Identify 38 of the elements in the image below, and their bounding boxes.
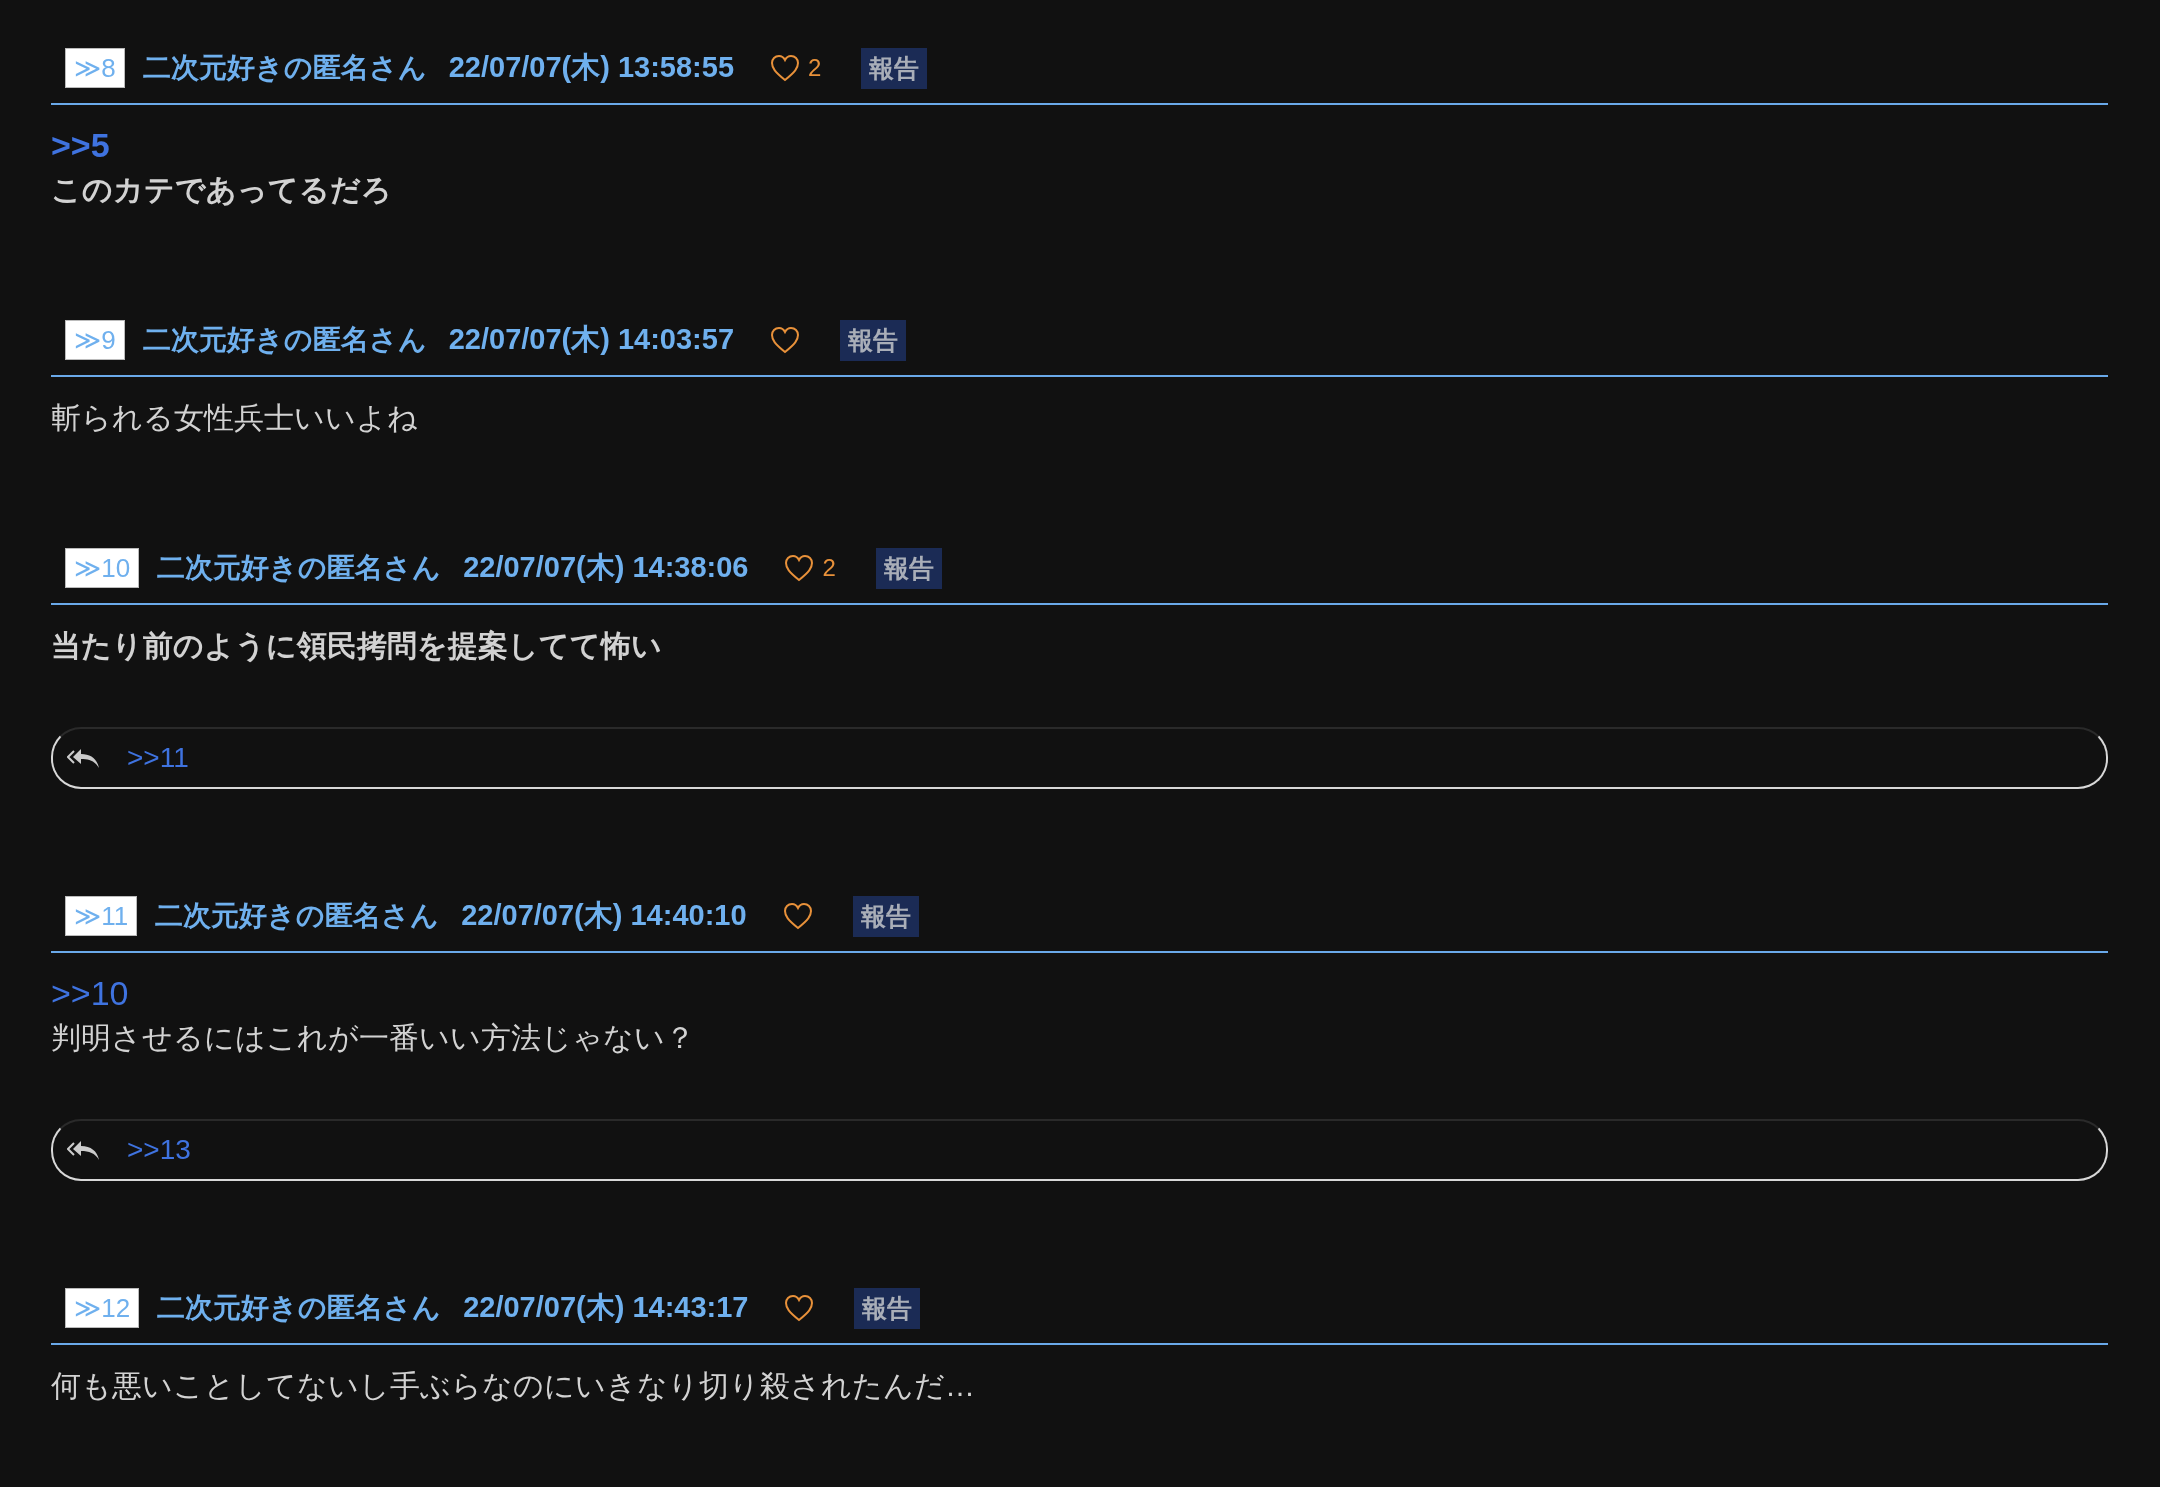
reply-link[interactable]: >>13: [127, 1134, 191, 1166]
report-button[interactable]: 報告: [861, 47, 928, 89]
post-date: 22/07/07(木) 14:38:06: [463, 550, 749, 585]
reply-link[interactable]: >>11: [127, 742, 189, 774]
reply-arrow-icon: [67, 747, 101, 769]
report-button[interactable]: 報告: [852, 895, 919, 937]
post-text: このカテであってるだろ: [51, 172, 393, 208]
poster-name: 二次元好きの匿名さん: [155, 899, 440, 933]
post-number-link[interactable]: ≫9: [65, 320, 125, 360]
like-count: 2: [808, 54, 822, 82]
reply-anchor-link[interactable]: >>10: [51, 971, 2108, 1015]
poster-name: 二次元好きの匿名さん: [142, 51, 427, 85]
report-button[interactable]: 報告: [840, 319, 907, 361]
heart-icon[interactable]: [784, 1294, 815, 1322]
report-button[interactable]: 報告: [854, 1287, 921, 1329]
poster-name: 二次元好きの匿名さん: [157, 551, 442, 585]
post-number-link[interactable]: ≫8: [65, 48, 125, 88]
post-date: 22/07/07(木) 14:40:10: [461, 898, 747, 933]
poster-name: 二次元好きの匿名さん: [157, 1291, 442, 1325]
post-text: 何も悪いことしてないし手ぶらなのにいきなり切り殺されたんだ…: [51, 1368, 976, 1404]
heart-icon[interactable]: [782, 902, 813, 930]
reply-anchor-link[interactable]: >>5: [51, 123, 2108, 167]
poster-name: 二次元好きの匿名さん: [142, 323, 427, 357]
heart-icon[interactable]: [784, 554, 815, 582]
reply-arrow-icon: [67, 1139, 101, 1161]
post-number-link[interactable]: ≫10: [65, 548, 140, 588]
like-count: 2: [822, 554, 836, 582]
report-button[interactable]: 報告: [875, 547, 942, 589]
post-date: 22/07/07(木) 13:58:55: [448, 50, 735, 85]
post-date: 22/07/07(木) 14:03:57: [448, 322, 735, 357]
heart-icon[interactable]: [770, 54, 801, 82]
heart-icon[interactable]: [770, 326, 801, 354]
post-text: 判明させるにはこれが一番いい方法じゃない？: [51, 1020, 696, 1056]
post-number-link[interactable]: ≫11: [65, 896, 138, 936]
post-text: 当たり前のように領民拷問を提案してて怖い: [51, 628, 663, 664]
post-text: 斬られる女性兵士いいよね: [51, 400, 419, 436]
post-date: 22/07/07(木) 14:43:17: [463, 1290, 749, 1325]
post-number-link[interactable]: ≫12: [65, 1288, 140, 1328]
